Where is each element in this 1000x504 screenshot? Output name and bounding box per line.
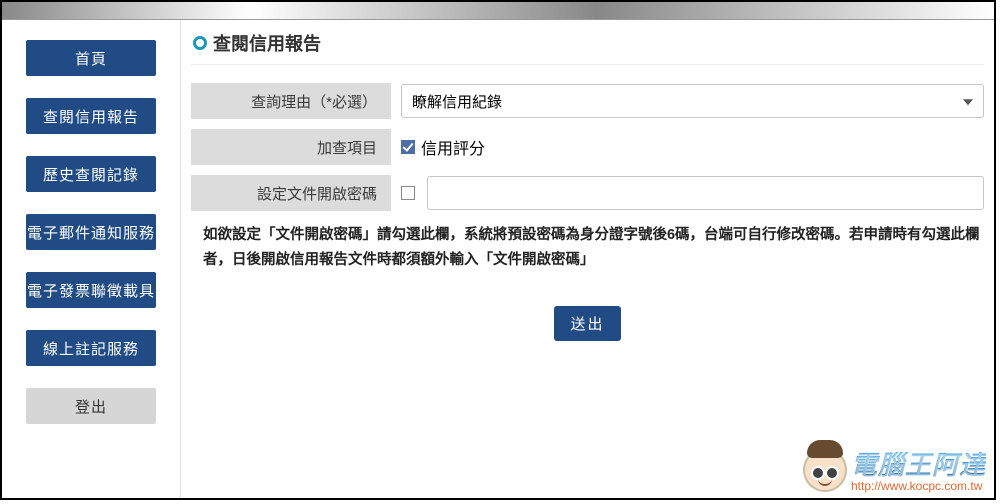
label-reason: 查詢理由（*必選） <box>191 83 391 119</box>
addons-option-label: 信用評分 <box>421 135 485 159</box>
row-reason: 查詢理由（*必選） 瞭解信用紀錄 <box>191 83 984 119</box>
window-topbar <box>2 2 994 20</box>
watermark: 電腦王阿達 http://www.kocpc.com.tw <box>803 448 986 492</box>
row-password: 設定文件開啟密碼 <box>191 175 984 211</box>
reason-select-value: 瞭解信用紀錄 <box>412 91 502 112</box>
watermark-title: 電腦王阿達 <box>851 452 986 478</box>
label-addons: 加查項目 <box>191 129 391 165</box>
reason-select[interactable]: 瞭解信用紀錄 <box>401 84 984 118</box>
sidebar-item-invoice[interactable]: 電子發票聯徵載具 <box>26 272 156 308</box>
field-addons: 信用評分 <box>391 135 984 159</box>
password-note: 如欲設定「文件開啟密碼」請勾選此欄，系統將預設密碼為身分證字號後6碼，台端可自行… <box>191 221 984 272</box>
app-frame: 首頁 查閱信用報告 歷史查閱記錄 電子郵件通知服務 電子發票聯徵載具 線上註記服… <box>0 0 996 500</box>
sidebar-item-credit-report[interactable]: 查閱信用報告 <box>26 98 156 134</box>
bullet-icon <box>193 36 207 50</box>
watermark-text: 電腦王阿達 http://www.kocpc.com.tw <box>851 452 986 492</box>
sidebar-item-online-note[interactable]: 線上註記服務 <box>26 330 156 366</box>
password-input[interactable] <box>427 176 984 210</box>
section-title-row: 查閱信用報告 <box>191 30 984 65</box>
row-addons: 加查項目 信用評分 <box>191 129 984 165</box>
sidebar-item-history[interactable]: 歷史查閱記錄 <box>26 156 156 192</box>
field-reason: 瞭解信用紀錄 <box>391 84 984 118</box>
watermark-url: http://www.kocpc.com.tw <box>851 480 986 492</box>
addons-checkbox[interactable] <box>401 140 415 154</box>
sidebar-item-logout[interactable]: 登出 <box>26 388 156 424</box>
label-password: 設定文件開啟密碼 <box>191 175 391 211</box>
sidebar-item-email-notify[interactable]: 電子郵件通知服務 <box>26 214 156 250</box>
password-checkbox[interactable] <box>401 186 415 200</box>
sidebar-item-home[interactable]: 首頁 <box>26 40 156 76</box>
sidebar: 首頁 查閱信用報告 歷史查閱記錄 電子郵件通知服務 電子發票聯徵載具 線上註記服… <box>2 20 180 498</box>
field-password <box>391 176 984 210</box>
submit-button[interactable]: 送出 <box>554 306 620 341</box>
app-body: 首頁 查閱信用報告 歷史查閱記錄 電子郵件通知服務 電子發票聯徵載具 線上註記服… <box>2 20 994 498</box>
main-panel: 查閱信用報告 查詢理由（*必選） 瞭解信用紀錄 加查項目 信用評分 設定文件開啟 <box>180 20 994 498</box>
watermark-mascot-icon <box>803 448 847 492</box>
section-title: 查閱信用報告 <box>213 30 321 56</box>
submit-row: 送出 <box>191 306 984 341</box>
